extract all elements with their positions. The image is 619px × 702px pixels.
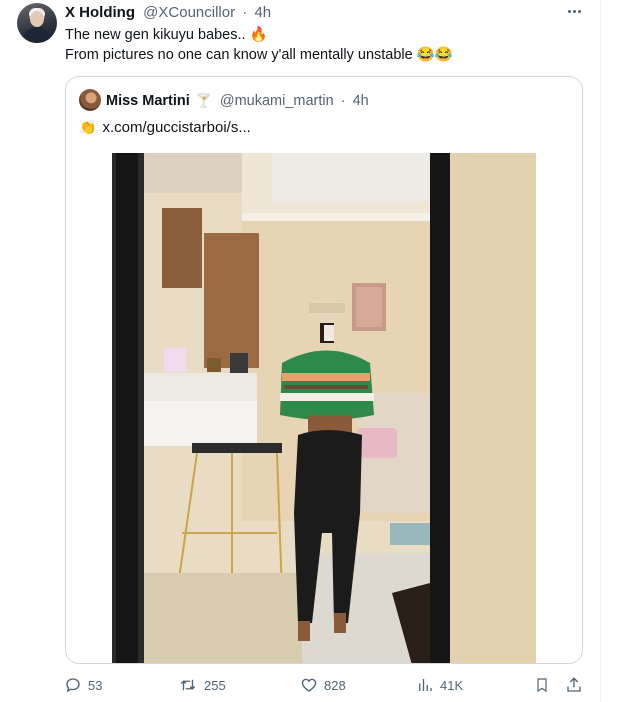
tweet-text-line: The new gen kikuyu babes.. 🔥 <box>65 27 268 43</box>
quoted-author-name[interactable]: Miss Martini <box>106 93 190 109</box>
tweet-text-line: From pictures no one can know y'all ment… <box>65 47 453 63</box>
quoted-link[interactable]: x.com/guccistarboi/s... <box>102 119 250 136</box>
separator-dot: · <box>340 93 346 109</box>
bookmark-icon <box>537 678 547 693</box>
timestamp[interactable]: 4h <box>254 4 271 21</box>
quoted-avatar[interactable] <box>79 89 101 111</box>
quoted-header: Miss Martini 🍸 @mukami_martin · 4h <box>106 92 369 110</box>
quoted-timestamp[interactable]: 4h <box>353 93 369 109</box>
bookmark-button[interactable] <box>534 676 550 694</box>
action-bar: 53 255 828 41K <box>0 672 600 700</box>
author-name[interactable]: X Holding <box>65 4 135 21</box>
like-icon <box>301 678 317 692</box>
mirror-selfie-image <box>112 153 536 663</box>
quoted-photo[interactable] <box>112 153 536 663</box>
reply-button[interactable]: 53 <box>64 676 102 694</box>
views-icon <box>419 679 432 691</box>
quoted-text: 👏 x.com/guccistarboi/s... <box>79 117 251 138</box>
author-handle[interactable]: @XCouncillor <box>143 4 235 21</box>
views-button[interactable]: 41K <box>416 676 463 694</box>
tweet-header: X Holding @XCouncillor · 4h <box>65 4 271 22</box>
reply-icon <box>66 678 80 693</box>
like-button[interactable]: 828 <box>300 676 346 694</box>
avatar[interactable] <box>17 3 57 43</box>
repost-button[interactable]: 255 <box>178 676 226 694</box>
tweet-text: The new gen kikuyu babes.. 🔥 From pictur… <box>65 25 453 65</box>
clapping-hands-icon: 👏 <box>79 119 97 135</box>
more-options-button[interactable] <box>563 2 585 20</box>
like-count: 828 <box>324 677 346 693</box>
quoted-author-handle[interactable]: @mukami_martin <box>220 93 334 109</box>
share-button[interactable] <box>565 676 583 694</box>
repost-icon <box>180 679 196 691</box>
separator-dot: · <box>242 4 248 21</box>
share-icon <box>567 677 581 692</box>
column-divider <box>600 0 601 702</box>
more-icon <box>567 9 571 13</box>
quoted-tweet-card[interactable]: Miss Martini 🍸 @mukami_martin · 4h 👏 x.co… <box>65 76 583 664</box>
views-count: 41K <box>440 677 464 693</box>
reply-count: 53 <box>88 677 103 693</box>
cocktail-icon: 🍸 <box>195 93 213 108</box>
repost-count: 255 <box>204 677 226 693</box>
